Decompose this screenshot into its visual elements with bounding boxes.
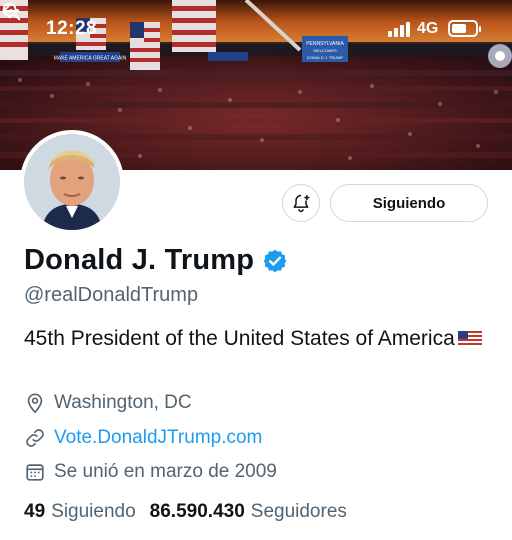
location-row: Washington, DC [24, 392, 192, 414]
signal-strength-icon [388, 22, 410, 37]
joined-text: Se unió en marzo de 2009 [54, 461, 277, 482]
location-text: Washington, DC [54, 392, 192, 413]
flag-large [172, 0, 216, 52]
following-button[interactable]: Siguiendo [330, 184, 488, 222]
network-type: 4G [417, 20, 439, 37]
avatar[interactable] [20, 130, 124, 234]
following-label[interactable]: Siguiendo [51, 501, 136, 523]
name-row: Donald J. Trump [24, 244, 288, 277]
us-flag-emoji-icon [457, 331, 482, 347]
battery-icon [448, 20, 481, 37]
display-name: Donald J. Trump [24, 244, 255, 276]
avatar-image [24, 134, 120, 230]
sign-left-text: MAKE AMERICA GREAT AGAIN [54, 56, 127, 62]
followers-count[interactable]: 86.590.430 [150, 501, 245, 523]
location-pin-icon [27, 393, 43, 414]
sign-right-mid-text: WELCOMES [313, 48, 337, 53]
joined-row: Se unió en marzo de 2009 [24, 461, 277, 483]
followers-label[interactable]: Seguidores [251, 501, 347, 523]
profile-screen: MAKE AMERICA GREAT AGAIN PENNSYLVANIA WE… [0, 0, 512, 540]
bio-text: 45th President of the United States of A… [24, 327, 455, 350]
notifications-button[interactable] [282, 184, 320, 222]
calendar-icon [26, 464, 44, 481]
link-icon [26, 429, 44, 447]
bell-plus-icon [293, 194, 310, 213]
status-time: 12:28 [46, 18, 98, 39]
more-icon[interactable] [0, 0, 22, 22]
flag-center [130, 22, 160, 70]
follow-stats: 49 Siguiendo 86.590.430 Seguidores [24, 501, 361, 523]
website-row[interactable]: Vote.DonaldJTrump.com [24, 427, 262, 449]
following-count[interactable]: 49 [24, 501, 45, 523]
sign-right-bottom-text: DONALD J. TRUMP [307, 55, 343, 60]
user-handle: @realDonaldTrump [24, 284, 199, 306]
verified-badge-icon [263, 249, 287, 272]
profile-bio: 45th President of the United States of A… [24, 323, 484, 354]
website-link[interactable]: Vote.DonaldJTrump.com [54, 427, 262, 449]
sign-right-top-text: PENNSYLVANIA [306, 41, 344, 47]
